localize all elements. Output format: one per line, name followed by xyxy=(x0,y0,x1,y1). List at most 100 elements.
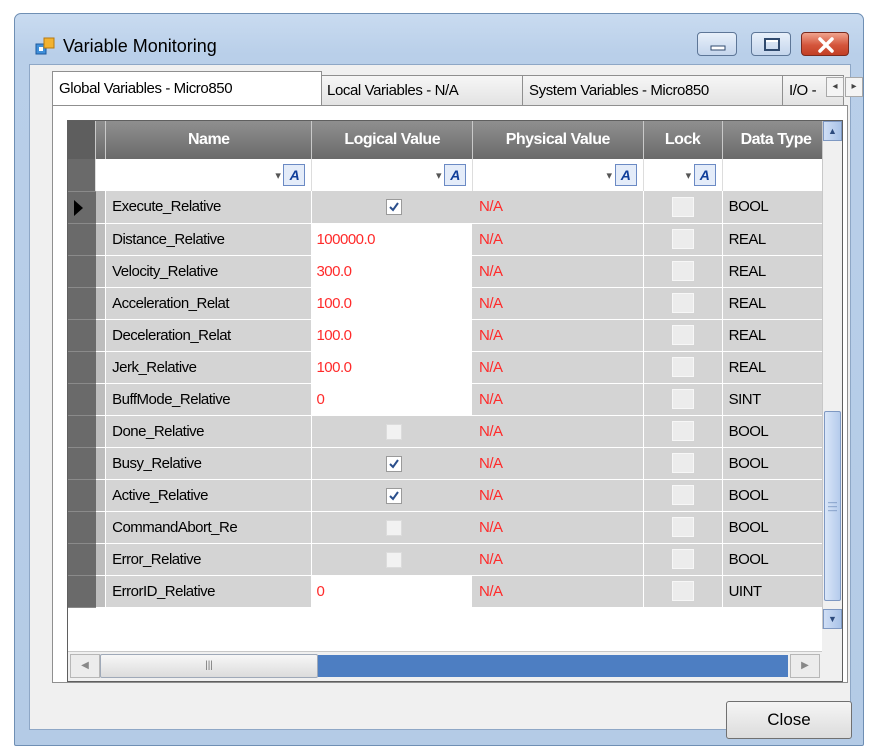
lock-cell[interactable] xyxy=(643,191,723,224)
physical-value-cell[interactable]: N/A xyxy=(472,223,644,256)
logical-value-cell[interactable]: 100000.0 xyxy=(311,223,474,256)
tab-local-variables[interactable]: Local Variables - N/A xyxy=(320,75,524,105)
variable-name-cell[interactable]: ErrorID_Relative xyxy=(105,575,313,608)
filter-icon[interactable]: A xyxy=(444,164,467,186)
variable-name-cell[interactable]: CommandAbort_Re xyxy=(105,511,313,544)
vertical-scroll-thumb[interactable]: — — — xyxy=(824,411,841,601)
lock-cell[interactable] xyxy=(643,383,723,416)
table-row[interactable]: CommandAbort_Re N/A BOOL xyxy=(68,511,842,544)
lock-checkbox[interactable] xyxy=(671,229,694,249)
row-selector[interactable] xyxy=(68,479,96,512)
checkbox-icon[interactable] xyxy=(386,423,403,440)
variable-name-cell[interactable]: Distance_Relative xyxy=(105,223,313,256)
row-selector[interactable] xyxy=(68,191,96,224)
lock-cell[interactable] xyxy=(643,287,723,320)
lock-cell[interactable] xyxy=(643,543,723,576)
row-selector[interactable] xyxy=(68,511,96,544)
physical-value-cell[interactable]: N/A xyxy=(472,415,644,448)
checkbox-icon[interactable] xyxy=(386,487,403,504)
variable-name-cell[interactable]: Active_Relative xyxy=(105,479,313,512)
lock-checkbox[interactable] xyxy=(671,357,694,377)
row-selector[interactable] xyxy=(68,255,96,288)
horizontal-scrollbar[interactable]: ◀ ||| ▶ xyxy=(68,651,823,681)
scroll-left-icon[interactable]: ◀ xyxy=(70,654,100,678)
lock-checkbox[interactable] xyxy=(671,389,694,409)
lock-checkbox[interactable] xyxy=(671,293,694,313)
row-selector[interactable] xyxy=(68,351,96,384)
lock-cell[interactable] xyxy=(643,255,723,288)
logical-value-cell[interactable] xyxy=(311,479,474,512)
scroll-right-icon[interactable]: ▶ xyxy=(790,654,820,678)
vertical-scrollbar[interactable]: ▲ — — — ▼ xyxy=(822,121,842,631)
table-row[interactable]: Acceleration_Relat 100.0 N/A REAL xyxy=(68,287,842,320)
minimize-button[interactable] xyxy=(697,32,737,56)
row-selector[interactable] xyxy=(68,543,96,576)
lock-cell[interactable] xyxy=(643,447,723,480)
lock-cell[interactable] xyxy=(643,223,723,256)
checkbox-icon[interactable] xyxy=(386,199,403,216)
lock-checkbox[interactable] xyxy=(671,581,694,601)
filter-cell-name[interactable]: ▾ A xyxy=(105,159,313,191)
horizontal-scroll-thumb[interactable]: ||| xyxy=(100,654,318,678)
logical-value-cell[interactable]: 0 xyxy=(311,383,474,416)
filter-cell-logical[interactable]: ▾ A xyxy=(311,159,474,191)
lock-cell[interactable] xyxy=(643,575,723,608)
variable-name-cell[interactable]: Done_Relative xyxy=(105,415,313,448)
logical-value-cell[interactable] xyxy=(311,543,474,576)
logical-value-cell[interactable] xyxy=(311,511,474,544)
physical-value-cell[interactable]: N/A xyxy=(472,287,644,320)
horizontal-scroll-track[interactable] xyxy=(318,655,788,677)
variable-name-cell[interactable]: Error_Relative xyxy=(105,543,313,576)
table-row[interactable]: Busy_Relative N/A BOOL xyxy=(68,447,842,480)
row-selector[interactable] xyxy=(68,447,96,480)
variable-name-cell[interactable]: Execute_Relative xyxy=(105,191,313,224)
table-row[interactable]: Active_Relative N/A BOOL xyxy=(68,479,842,512)
table-row[interactable]: Jerk_Relative 100.0 N/A REAL xyxy=(68,351,842,384)
physical-value-cell[interactable]: N/A xyxy=(472,351,644,384)
lock-cell[interactable] xyxy=(643,319,723,352)
row-selector[interactable] xyxy=(68,223,96,256)
physical-value-cell[interactable]: N/A xyxy=(472,479,644,512)
table-row[interactable]: Distance_Relative 100000.0 N/A REAL xyxy=(68,223,842,256)
column-header-logical-value[interactable]: Logical Value xyxy=(311,121,474,159)
checkbox-icon[interactable] xyxy=(386,551,403,568)
lock-checkbox[interactable] xyxy=(671,485,694,505)
table-row[interactable]: Execute_Relative N/A BOOL xyxy=(68,191,842,224)
checkbox-icon[interactable] xyxy=(386,519,403,536)
lock-checkbox[interactable] xyxy=(671,261,694,281)
filter-icon[interactable]: A xyxy=(614,164,637,186)
physical-value-cell[interactable]: N/A xyxy=(472,255,644,288)
variable-name-cell[interactable]: Velocity_Relative xyxy=(105,255,313,288)
lock-checkbox[interactable] xyxy=(671,453,694,473)
lock-cell[interactable] xyxy=(643,511,723,544)
filter-cell-lock[interactable]: ▾ A xyxy=(643,159,723,191)
row-selector[interactable] xyxy=(68,415,96,448)
filter-icon[interactable]: A xyxy=(693,164,716,186)
logical-value-cell[interactable]: 0 xyxy=(311,575,474,608)
table-row[interactable]: ErrorID_Relative 0 N/A UINT xyxy=(68,575,842,608)
filter-icon[interactable]: A xyxy=(283,164,306,186)
checkbox-icon[interactable] xyxy=(386,455,403,472)
table-row[interactable]: BuffMode_Relative 0 N/A SINT xyxy=(68,383,842,416)
table-row[interactable]: Done_Relative N/A BOOL xyxy=(68,415,842,448)
row-selector[interactable] xyxy=(68,287,96,320)
scroll-up-icon[interactable]: ▲ xyxy=(823,121,842,141)
logical-value-cell[interactable] xyxy=(311,191,474,224)
row-selector[interactable] xyxy=(68,383,96,416)
column-header-lock[interactable]: Lock xyxy=(643,121,723,159)
lock-checkbox[interactable] xyxy=(671,421,694,441)
lock-checkbox[interactable] xyxy=(671,196,694,217)
close-button[interactable]: Close xyxy=(726,701,852,739)
lock-checkbox[interactable] xyxy=(671,325,694,345)
column-header-physical-value[interactable]: Physical Value xyxy=(472,121,644,159)
variable-name-cell[interactable]: BuffMode_Relative xyxy=(105,383,313,416)
lock-cell[interactable] xyxy=(643,351,723,384)
logical-value-cell[interactable] xyxy=(311,415,474,448)
variable-name-cell[interactable]: Acceleration_Relat xyxy=(105,287,313,320)
physical-value-cell[interactable]: N/A xyxy=(472,191,644,224)
title-bar[interactable]: Variable Monitoring xyxy=(15,14,863,66)
column-header-name[interactable]: Name xyxy=(105,121,313,159)
tab-global-variables[interactable]: Global Variables - Micro850 xyxy=(52,71,322,105)
logical-value-cell[interactable]: 100.0 xyxy=(311,319,474,352)
physical-value-cell[interactable]: N/A xyxy=(472,543,644,576)
